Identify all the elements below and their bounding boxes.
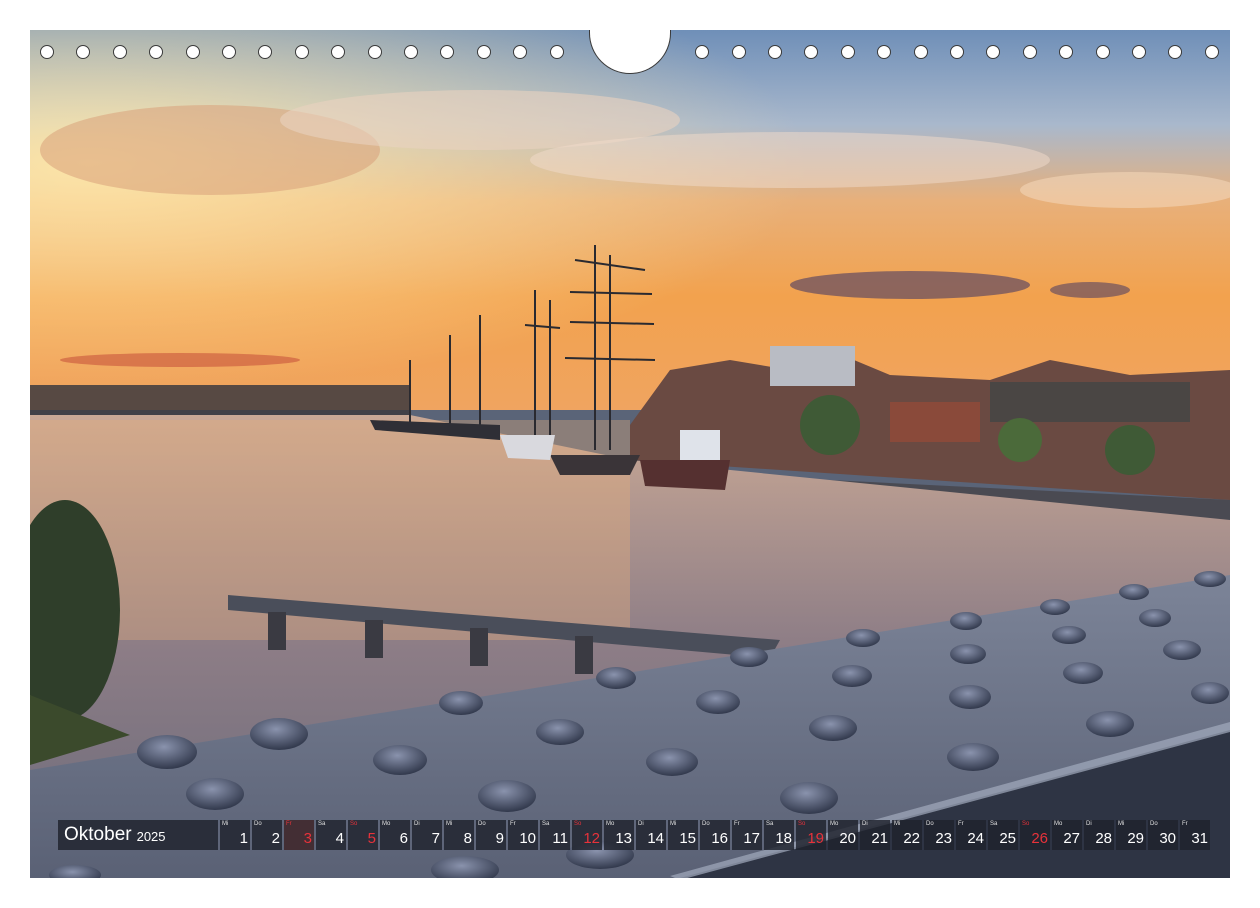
calendar-strip: Oktober 2025 Mi 1 Do 2 Fr 3 Sa 4 So 5 Mo 6 Di 7 Mi 8 Do 9…	[58, 820, 1210, 850]
day-cell: Sa 4	[316, 820, 346, 850]
day-number: 14	[647, 830, 664, 847]
day-number: 20	[839, 830, 856, 847]
weekday-label: Do	[926, 821, 934, 827]
weekday-label: Mi	[894, 821, 901, 827]
day-number: 21	[871, 830, 888, 847]
weekday-label: So	[350, 821, 358, 827]
day-cell: Mi 29	[1116, 820, 1146, 850]
day-number: 11	[552, 830, 568, 847]
day-number: 15	[679, 830, 696, 847]
weekday-label: Mi	[446, 821, 453, 827]
weekday-label: Fr	[734, 821, 740, 827]
weekday-label: Mo	[382, 821, 391, 827]
weekday-label: Mi	[222, 821, 229, 827]
day-number: 3	[303, 830, 312, 847]
weekday-label: Fr	[510, 821, 516, 827]
day-cell: Di 28	[1084, 820, 1114, 850]
weekday-label: So	[798, 821, 806, 827]
month-label-box: Oktober 2025	[58, 820, 218, 850]
day-cell: Mi 8	[444, 820, 474, 850]
day-cell: Di 21	[860, 820, 890, 850]
day-number: 8	[463, 830, 472, 847]
day-number: 12	[583, 830, 600, 847]
day-number: 1	[239, 830, 248, 847]
weekday-label: Mo	[830, 821, 839, 827]
weekday-label: Fr	[958, 821, 964, 827]
day-cell: Do 30	[1148, 820, 1178, 850]
day-cell: Fr 17	[732, 820, 762, 850]
day-number: 2	[271, 830, 280, 847]
weekday-label: Sa	[542, 821, 550, 827]
day-cell: Mo 27	[1052, 820, 1082, 850]
day-cell: So 19	[796, 820, 826, 850]
day-cell: So 5	[348, 820, 378, 850]
day-cell: Di 7	[412, 820, 442, 850]
day-cell: Mo 6	[380, 820, 410, 850]
weekday-label: Do	[478, 821, 486, 827]
day-number: 18	[775, 830, 792, 847]
day-cell: So 12	[572, 820, 602, 850]
day-cell: Sa 11	[540, 820, 570, 850]
weekday-label: Mo	[606, 821, 615, 827]
weekday-label: Sa	[990, 821, 998, 827]
day-cell: Mi 15	[668, 820, 698, 850]
day-cell: Fr 3	[284, 820, 314, 850]
day-cell: Do 23	[924, 820, 954, 850]
weekday-label: Do	[702, 821, 710, 827]
day-cell: Mo 20	[828, 820, 858, 850]
month-name: Oktober	[64, 824, 132, 845]
month-year: 2025	[136, 829, 166, 844]
day-cell: Sa 18	[764, 820, 794, 850]
weekday-label: Sa	[766, 821, 774, 827]
weekday-label: Mi	[1118, 821, 1125, 827]
day-number: 24	[967, 830, 984, 847]
day-number: 25	[999, 830, 1016, 847]
weekday-label: So	[1022, 821, 1030, 827]
harbor-sunset-photo	[30, 30, 1230, 878]
weekday-label: Di	[638, 821, 644, 827]
day-number: 4	[335, 830, 344, 847]
day-number: 27	[1063, 830, 1080, 847]
weekday-label: Fr	[1182, 821, 1188, 827]
day-cell: Mi 22	[892, 820, 922, 850]
weekday-label: Mo	[1054, 821, 1063, 827]
day-number: 23	[935, 830, 952, 847]
weekday-label: Do	[1150, 821, 1158, 827]
weekday-label: Di	[1086, 821, 1092, 827]
day-number: 6	[399, 830, 408, 847]
weekday-label: So	[574, 821, 582, 827]
day-cell: So 26	[1020, 820, 1050, 850]
day-number: 16	[711, 830, 728, 847]
day-number: 9	[495, 830, 504, 847]
weekday-label: Di	[862, 821, 868, 827]
weekday-label: Fr	[286, 821, 292, 827]
day-cell: Fr 31	[1180, 820, 1210, 850]
day-number: 10	[519, 830, 536, 847]
day-cell: Do 2	[252, 820, 282, 850]
day-number: 22	[903, 830, 920, 847]
weekday-label: Sa	[318, 821, 326, 827]
weekday-label: Do	[254, 821, 262, 827]
day-cell: Do 16	[700, 820, 730, 850]
day-cell: Di 14	[636, 820, 666, 850]
day-number: 7	[431, 830, 440, 847]
day-cell: Do 9	[476, 820, 506, 850]
day-cell: Mo 13	[604, 820, 634, 850]
day-cell: Sa 25	[988, 820, 1018, 850]
day-number: 30	[1159, 830, 1176, 847]
day-number: 31	[1191, 830, 1208, 847]
weekday-label: Di	[414, 821, 420, 827]
day-cell: Fr 24	[956, 820, 986, 850]
day-number: 5	[367, 830, 376, 847]
day-number: 26	[1031, 830, 1048, 847]
day-cell: Fr 10	[508, 820, 538, 850]
weekday-label: Mi	[670, 821, 677, 827]
day-cell: Mi 1	[220, 820, 250, 850]
day-number: 13	[615, 830, 632, 847]
day-number: 28	[1095, 830, 1112, 847]
day-number: 17	[743, 830, 760, 847]
day-cells: Mi 1 Do 2 Fr 3 Sa 4 So 5 Mo 6 Di 7 Mi 8 Do 9 Fr 10 Sa 11 So 12 M…	[220, 820, 1210, 850]
day-number: 29	[1127, 830, 1144, 847]
day-number: 19	[807, 830, 824, 847]
